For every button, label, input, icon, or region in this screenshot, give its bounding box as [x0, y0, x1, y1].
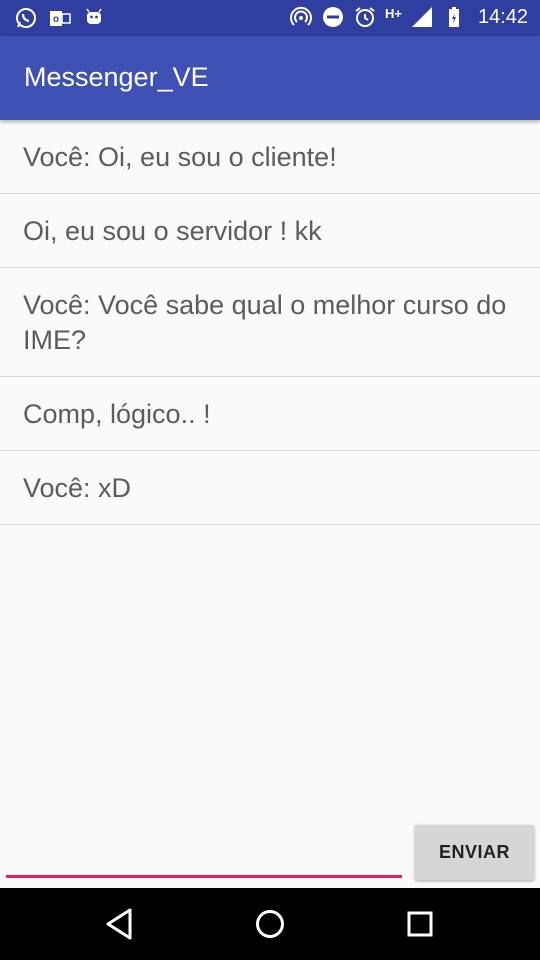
- alarm-icon: [355, 7, 375, 27]
- hotspot-icon: [289, 6, 312, 26]
- navigation-bar: [0, 888, 540, 960]
- android-icon: [86, 8, 102, 24]
- outlook-icon: o: [50, 11, 71, 26]
- battery-icon: [448, 7, 459, 27]
- signal-icon: [411, 7, 432, 27]
- input-underline: [6, 875, 402, 878]
- message-item[interactable]: Comp, lógico.. !: [0, 377, 540, 451]
- home-icon[interactable]: [250, 906, 290, 942]
- clock: 14:42: [477, 5, 528, 28]
- send-button[interactable]: ENVIAR: [415, 825, 534, 880]
- message-item[interactable]: Oi, eu sou o servidor ! kk: [0, 194, 540, 268]
- app-bar: Messenger_VE: [0, 36, 540, 120]
- do-not-disturb-icon: [322, 7, 343, 27]
- network-type: H+: [384, 5, 402, 21]
- recents-icon[interactable]: [400, 906, 440, 942]
- message-item[interactable]: Você: xD: [0, 451, 540, 525]
- status-bar: o H+ 14:42: [0, 0, 540, 36]
- message-input[interactable]: [6, 834, 402, 878]
- back-icon[interactable]: [100, 906, 140, 942]
- whatsapp-icon: [16, 8, 36, 28]
- message-list[interactable]: Você: Oi, eu sou o cliente! Oi, eu sou o…: [0, 120, 540, 525]
- app-title: Messenger_VE: [24, 62, 209, 92]
- svg-text:o: o: [53, 14, 59, 25]
- message-item[interactable]: Você: Oi, eu sou o cliente!: [0, 120, 540, 194]
- message-item[interactable]: Você: Você sabe qual o melhor curso do I…: [0, 268, 540, 377]
